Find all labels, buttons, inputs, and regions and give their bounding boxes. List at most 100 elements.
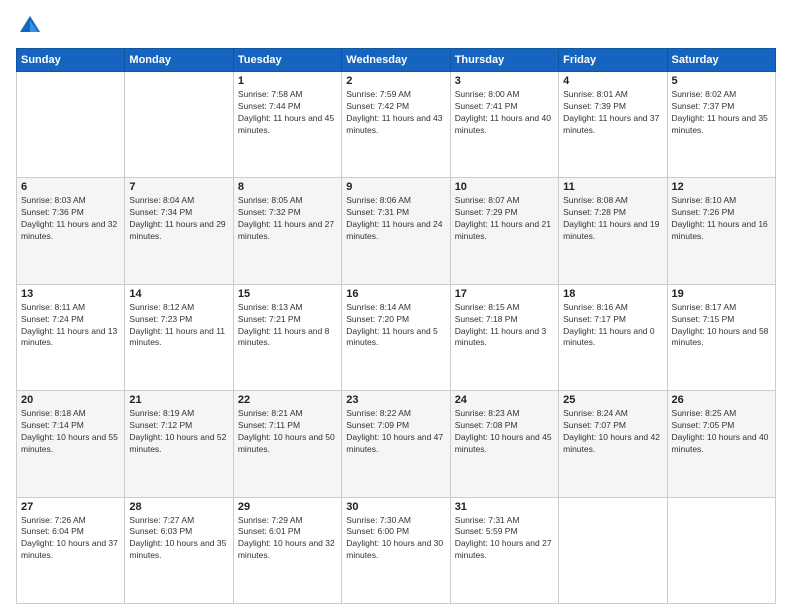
calendar-cell: [667, 497, 775, 603]
col-tuesday: Tuesday: [233, 49, 341, 72]
day-number: 14: [129, 288, 228, 300]
calendar-cell: 28Sunrise: 7:27 AM Sunset: 6:03 PM Dayli…: [125, 497, 233, 603]
day-number: 21: [129, 394, 228, 406]
day-info: Sunrise: 8:12 AM Sunset: 7:23 PM Dayligh…: [129, 302, 228, 350]
day-info: Sunrise: 8:22 AM Sunset: 7:09 PM Dayligh…: [346, 408, 445, 456]
calendar-cell: 6 Sunrise: 8:03 AM Sunset: 7:36 PM Daylig…: [17, 178, 125, 284]
calendar-cell: 21 Sunrise: 8:19 AM Sunset: 7:12 PM Dayli…: [125, 391, 233, 497]
col-thursday: Thursday: [450, 49, 558, 72]
day-number: 15: [238, 288, 337, 300]
calendar-cell: 14 Sunrise: 8:12 AM Sunset: 7:23 PM Dayli…: [125, 284, 233, 390]
calendar-cell: 25Sunrise: 8:24 AM Sunset: 7:07 PM Dayli…: [559, 391, 667, 497]
calendar-cell: 12 Sunrise: 8:10 AM Sunset: 7:26 PM Dayli…: [667, 178, 775, 284]
day-info: Sunrise: 8:19 AM Sunset: 7:12 PM Dayligh…: [129, 408, 228, 456]
day-info: Sunrise: 8:01 AM Sunset: 7:39 PM Dayligh…: [563, 89, 662, 137]
calendar-cell: 2 Sunrise: 7:59 AM Sunset: 7:42 PM Daylig…: [342, 72, 450, 178]
calendar-cell: 15Sunrise: 8:13 AM Sunset: 7:21 PM Dayli…: [233, 284, 341, 390]
day-info: Sunrise: 8:10 AM Sunset: 7:26 PM Dayligh…: [672, 195, 771, 243]
calendar-cell: 17Sunrise: 8:15 AM Sunset: 7:18 PM Dayli…: [450, 284, 558, 390]
day-number: 22: [238, 394, 337, 406]
calendar-cell: 31 Sunrise: 7:31 AM Sunset: 5:59 PM Dayli…: [450, 497, 558, 603]
day-info: Sunrise: 7:26 AM Sunset: 6:04 PM Dayligh…: [21, 515, 120, 563]
calendar-week-row: 27 Sunrise: 7:26 AM Sunset: 6:04 PM Dayli…: [17, 497, 776, 603]
col-saturday: Saturday: [667, 49, 775, 72]
calendar-cell: 4 Sunrise: 8:01 AM Sunset: 7:39 PM Daylig…: [559, 72, 667, 178]
day-info: Sunrise: 8:21 AM Sunset: 7:11 PM Dayligh…: [238, 408, 337, 456]
calendar-cell: 18Sunrise: 8:16 AM Sunset: 7:17 PM Dayli…: [559, 284, 667, 390]
day-info: Sunrise: 7:59 AM Sunset: 7:42 PM Dayligh…: [346, 89, 445, 137]
col-wednesday: Wednesday: [342, 49, 450, 72]
calendar-cell: 3Sunrise: 8:00 AM Sunset: 7:41 PM Daylig…: [450, 72, 558, 178]
calendar-cell: 19 Sunrise: 8:17 AM Sunset: 7:15 PM Dayli…: [667, 284, 775, 390]
day-info: Sunrise: 7:27 AM Sunset: 6:03 PM Dayligh…: [129, 515, 228, 563]
col-sunday: Sunday: [17, 49, 125, 72]
day-number: 13: [21, 288, 120, 300]
page: Sunday Monday Tuesday Wednesday Thursday…: [0, 0, 792, 612]
calendar-cell: 16 Sunrise: 8:14 AM Sunset: 7:20 PM Dayli…: [342, 284, 450, 390]
day-number: 19: [672, 288, 771, 300]
calendar-cell: 7 Sunrise: 8:04 AM Sunset: 7:34 PM Daylig…: [125, 178, 233, 284]
calendar-cell: 8Sunrise: 8:05 AM Sunset: 7:32 PM Daylig…: [233, 178, 341, 284]
day-number: 7: [129, 181, 228, 193]
day-number: 5: [672, 75, 771, 87]
day-number: 8: [238, 181, 337, 193]
day-number: 6: [21, 181, 120, 193]
day-info: Sunrise: 8:07 AM Sunset: 7:29 PM Dayligh…: [455, 195, 554, 243]
day-number: 31: [455, 501, 554, 513]
calendar-week-row: 20 Sunrise: 8:18 AM Sunset: 7:14 PM Dayli…: [17, 391, 776, 497]
day-info: Sunrise: 8:08 AM Sunset: 7:28 PM Dayligh…: [563, 195, 662, 243]
day-info: Sunrise: 8:25 AM Sunset: 7:05 PM Dayligh…: [672, 408, 771, 456]
day-info: Sunrise: 8:04 AM Sunset: 7:34 PM Dayligh…: [129, 195, 228, 243]
day-info: Sunrise: 8:23 AM Sunset: 7:08 PM Dayligh…: [455, 408, 554, 456]
header: [16, 12, 776, 40]
calendar-cell: 27 Sunrise: 7:26 AM Sunset: 6:04 PM Dayli…: [17, 497, 125, 603]
day-number: 16: [346, 288, 445, 300]
day-info: Sunrise: 7:29 AM Sunset: 6:01 PM Dayligh…: [238, 515, 337, 563]
day-info: Sunrise: 8:18 AM Sunset: 7:14 PM Dayligh…: [21, 408, 120, 456]
calendar-cell: 22 Sunrise: 8:21 AM Sunset: 7:11 PM Dayli…: [233, 391, 341, 497]
calendar-cell: 20 Sunrise: 8:18 AM Sunset: 7:14 PM Dayli…: [17, 391, 125, 497]
calendar-cell: [17, 72, 125, 178]
calendar-week-row: 1Sunrise: 7:58 AM Sunset: 7:44 PM Daylig…: [17, 72, 776, 178]
day-info: Sunrise: 8:15 AM Sunset: 7:18 PM Dayligh…: [455, 302, 554, 350]
calendar-cell: 29 Sunrise: 7:29 AM Sunset: 6:01 PM Dayli…: [233, 497, 341, 603]
logo-icon: [16, 12, 44, 40]
day-info: Sunrise: 8:14 AM Sunset: 7:20 PM Dayligh…: [346, 302, 445, 350]
col-friday: Friday: [559, 49, 667, 72]
day-info: Sunrise: 8:00 AM Sunset: 7:41 PM Dayligh…: [455, 89, 554, 137]
day-number: 20: [21, 394, 120, 406]
day-info: Sunrise: 8:16 AM Sunset: 7:17 PM Dayligh…: [563, 302, 662, 350]
calendar-cell: 13 Sunrise: 8:11 AM Sunset: 7:24 PM Dayli…: [17, 284, 125, 390]
day-info: Sunrise: 8:02 AM Sunset: 7:37 PM Dayligh…: [672, 89, 771, 137]
calendar-cell: 30Sunrise: 7:30 AM Sunset: 6:00 PM Dayli…: [342, 497, 450, 603]
day-info: Sunrise: 8:03 AM Sunset: 7:36 PM Dayligh…: [21, 195, 120, 243]
calendar-cell: 1Sunrise: 7:58 AM Sunset: 7:44 PM Daylig…: [233, 72, 341, 178]
day-number: 23: [346, 394, 445, 406]
day-number: 4: [563, 75, 662, 87]
day-info: Sunrise: 7:58 AM Sunset: 7:44 PM Dayligh…: [238, 89, 337, 137]
calendar-week-row: 13 Sunrise: 8:11 AM Sunset: 7:24 PM Dayli…: [17, 284, 776, 390]
calendar-cell: 11 Sunrise: 8:08 AM Sunset: 7:28 PM Dayli…: [559, 178, 667, 284]
day-number: 2: [346, 75, 445, 87]
day-number: 11: [563, 181, 662, 193]
calendar-cell: [125, 72, 233, 178]
calendar-header-row: Sunday Monday Tuesday Wednesday Thursday…: [17, 49, 776, 72]
calendar-cell: 5 Sunrise: 8:02 AM Sunset: 7:37 PM Daylig…: [667, 72, 775, 178]
day-number: 10: [455, 181, 554, 193]
day-info: Sunrise: 7:30 AM Sunset: 6:00 PM Dayligh…: [346, 515, 445, 563]
col-monday: Monday: [125, 49, 233, 72]
day-info: Sunrise: 7:31 AM Sunset: 5:59 PM Dayligh…: [455, 515, 554, 563]
calendar-cell: 9Sunrise: 8:06 AM Sunset: 7:31 PM Daylig…: [342, 178, 450, 284]
calendar-cell: 26 Sunrise: 8:25 AM Sunset: 7:05 PM Dayli…: [667, 391, 775, 497]
calendar-cell: 23 Sunrise: 8:22 AM Sunset: 7:09 PM Dayli…: [342, 391, 450, 497]
day-number: 26: [672, 394, 771, 406]
calendar: Sunday Monday Tuesday Wednesday Thursday…: [16, 48, 776, 604]
day-number: 12: [672, 181, 771, 193]
calendar-cell: [559, 497, 667, 603]
day-info: Sunrise: 8:06 AM Sunset: 7:31 PM Dayligh…: [346, 195, 445, 243]
day-number: 27: [21, 501, 120, 513]
day-info: Sunrise: 8:17 AM Sunset: 7:15 PM Dayligh…: [672, 302, 771, 350]
day-info: Sunrise: 8:11 AM Sunset: 7:24 PM Dayligh…: [21, 302, 120, 350]
day-number: 29: [238, 501, 337, 513]
logo: [16, 12, 48, 40]
